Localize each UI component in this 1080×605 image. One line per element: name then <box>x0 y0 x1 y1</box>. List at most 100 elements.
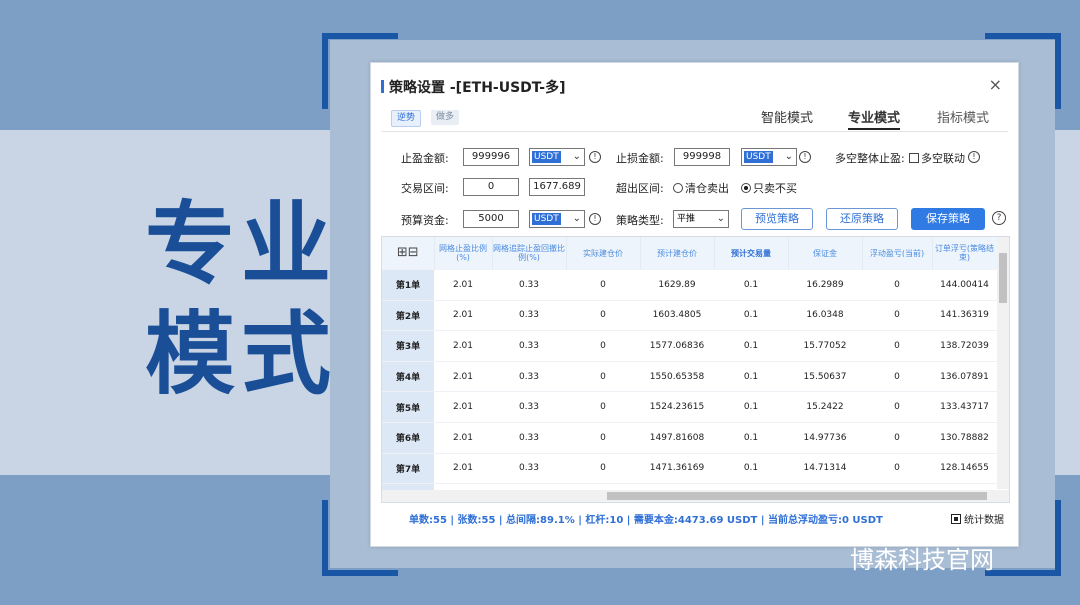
table-cell: 2.01 <box>434 452 492 484</box>
info-icon[interactable]: ! <box>589 213 601 225</box>
info-icon[interactable]: ! <box>799 151 811 163</box>
radio-close-position[interactable]: 清仓卖出 <box>673 180 729 196</box>
orders-table: ⊞⊟ 网格止盈比例(%) 网格追踪止盈回撤比例(%) 实际建仓价 预计建仓价 预… <box>381 236 1010 503</box>
col-header: 预计建仓价 <box>640 237 715 270</box>
dialog-title: 策略设置 -[ETH-USDT-多] <box>381 77 566 97</box>
radio-sell-only[interactable]: 只卖不买 <box>741 180 797 196</box>
budget-unit-select[interactable]: USDT ⌄ <box>529 210 585 228</box>
range-max-input[interactable]: 1677.689 <box>529 178 585 196</box>
chevron-down-icon: ⌄ <box>572 213 581 224</box>
info-icon[interactable]: ! <box>968 151 980 163</box>
table-cell: 0 <box>862 421 932 454</box>
vertical-scrollbar[interactable] <box>997 237 1009 489</box>
table-cell: 2.01 <box>434 360 492 392</box>
table-cell: 15.50637 <box>788 360 862 392</box>
reset-strategy-button[interactable]: 还原策略 <box>826 208 898 230</box>
table-cell: 0.33 <box>492 330 566 362</box>
table-cell: 0.1 <box>714 269 788 301</box>
table-row[interactable]: 第2单 2.01 0.33 0 1603.4805 0.1 16.0348 0 141.3631… <box>382 299 997 331</box>
row-label: 第5单 <box>382 391 434 423</box>
table-cell: 0.33 <box>492 269 566 301</box>
budget-input[interactable]: 5000 <box>463 210 519 228</box>
table-cell: 15.2422 <box>788 391 862 423</box>
watermark: 博森科技官网 <box>850 546 994 574</box>
table-cell: 136.07891 <box>932 360 997 392</box>
chevron-down-icon: ⌄ <box>784 151 793 162</box>
table-cell: 0 <box>566 421 640 454</box>
take-profit-unit-select[interactable]: USDT ⌄ <box>529 148 585 166</box>
row-label: 第2单 <box>382 299 434 331</box>
both-side-link-checkbox[interactable]: 多空联动 <box>909 150 965 166</box>
strategy-type-label: 策略类型: <box>616 214 664 227</box>
table-cell: 141.36319 <box>932 299 997 331</box>
strategy-settings-dialog: 策略设置 -[ETH-USDT-多] × 逆势 做多 智能模式 专业模式 指标模… <box>370 62 1019 547</box>
tab-indicator-mode[interactable]: 指标模式 <box>937 107 989 126</box>
table-cell: 0 <box>862 452 932 484</box>
row-label: 第7单 <box>382 452 434 484</box>
table-cell: 0 <box>566 391 640 423</box>
stop-loss-unit-select[interactable]: USDT ⌄ <box>741 148 797 166</box>
stop-loss-input[interactable]: 999998 <box>674 148 730 166</box>
table-cell: 1524.23615 <box>640 391 714 423</box>
tab-smart-mode[interactable]: 智能模式 <box>761 107 813 126</box>
save-strategy-button[interactable]: 保存策略 <box>911 208 985 230</box>
out-of-range-label: 超出区间: <box>616 182 664 195</box>
table-cell: 138.72039 <box>932 330 997 362</box>
tag-counter-trend[interactable]: 逆势 <box>391 110 422 127</box>
table-cell: 0.1 <box>714 299 788 331</box>
row-label: 第1单 <box>382 269 434 301</box>
table-row[interactable]: 第4单 2.01 0.33 0 1550.65358 0.1 15.50637 0 136.07… <box>382 360 997 392</box>
table-cell: 128.14655 <box>932 452 997 484</box>
col-header: 实际建仓价 <box>566 237 641 270</box>
stop-loss-label: 止损金额: <box>616 152 664 165</box>
both-side-take-profit-label: 多空整体止盈: <box>835 152 905 165</box>
table-cell: 0 <box>566 299 640 331</box>
table-cell: 0 <box>566 330 640 362</box>
horizontal-scrollbar[interactable] <box>382 490 1009 502</box>
table-cell: 0.33 <box>492 421 566 454</box>
col-header: 浮动盈亏(当前) <box>862 237 933 270</box>
stats-checkbox[interactable]: 统计数据 <box>951 511 1004 526</box>
summary-text: 单数:55 | 张数:55 | 总间隔:89.1% | 杠杆:10 | 需要本金… <box>409 515 883 526</box>
table-cell: 0.33 <box>492 360 566 392</box>
preview-strategy-button[interactable]: 预览策略 <box>741 208 813 230</box>
table-cell: 0 <box>566 269 640 301</box>
table-cell: 0 <box>862 269 932 301</box>
budget-label: 预算资金: <box>401 214 449 227</box>
table-cell: 0 <box>862 391 932 423</box>
tag-long[interactable]: 做多 <box>431 110 460 125</box>
table-cell: 133.43717 <box>932 391 997 423</box>
table-cell: 0.1 <box>714 452 788 484</box>
take-profit-input[interactable]: 999996 <box>463 148 519 166</box>
table-cell: 15.77052 <box>788 330 862 362</box>
table-cell: 1629.89 <box>640 269 714 301</box>
table-cell: 130.78882 <box>932 421 997 454</box>
table-cell: 0.33 <box>492 391 566 423</box>
strategy-type-select[interactable]: 平推 ⌄ <box>673 210 729 228</box>
table-cell: 0.1 <box>714 391 788 423</box>
table-cell: 2.01 <box>434 391 492 423</box>
table-cell: 1603.4805 <box>640 299 714 331</box>
table-row[interactable]: 第1单 2.01 0.33 0 1629.89 0.1 16.2989 0 144.00414 <box>382 269 997 301</box>
table-cell: 16.0348 <box>788 299 862 331</box>
col-header: 保证金 <box>788 237 863 270</box>
expand-collapse-icon[interactable]: ⊞⊟ <box>382 237 435 270</box>
table-cell: 2.01 <box>434 421 492 454</box>
tab-pro-mode[interactable]: 专业模式 <box>848 107 901 130</box>
table-row[interactable]: 第7单 2.01 0.33 0 1471.36169 0.1 14.71314 0 128.14… <box>382 452 997 484</box>
col-header: 网格追踪止盈回撤比例(%) <box>492 237 567 270</box>
info-icon[interactable]: ! <box>589 151 601 163</box>
table-cell: 0 <box>566 360 640 392</box>
table-cell: 0.1 <box>714 360 788 392</box>
table-row[interactable]: 第3单 2.01 0.33 0 1577.06836 0.1 15.77052 0 138.72… <box>382 330 997 362</box>
table-cell: 1550.65358 <box>640 360 714 392</box>
take-profit-label: 止盈金额: <box>401 152 449 165</box>
range-min-input[interactable]: 0 <box>463 178 519 196</box>
chevron-down-icon: ⌄ <box>716 213 725 224</box>
table-cell: 0.33 <box>492 452 566 484</box>
help-icon[interactable]: ? <box>992 211 1006 225</box>
table-row[interactable]: 第6单 2.01 0.33 0 1497.81608 0.1 14.97736 0 130.78… <box>382 421 997 454</box>
table-row[interactable]: 第5单 2.01 0.33 0 1524.23615 0.1 15.2422 0 133.437… <box>382 391 997 423</box>
table-cell: 0.33 <box>492 299 566 331</box>
close-icon[interactable]: × <box>989 75 1002 94</box>
